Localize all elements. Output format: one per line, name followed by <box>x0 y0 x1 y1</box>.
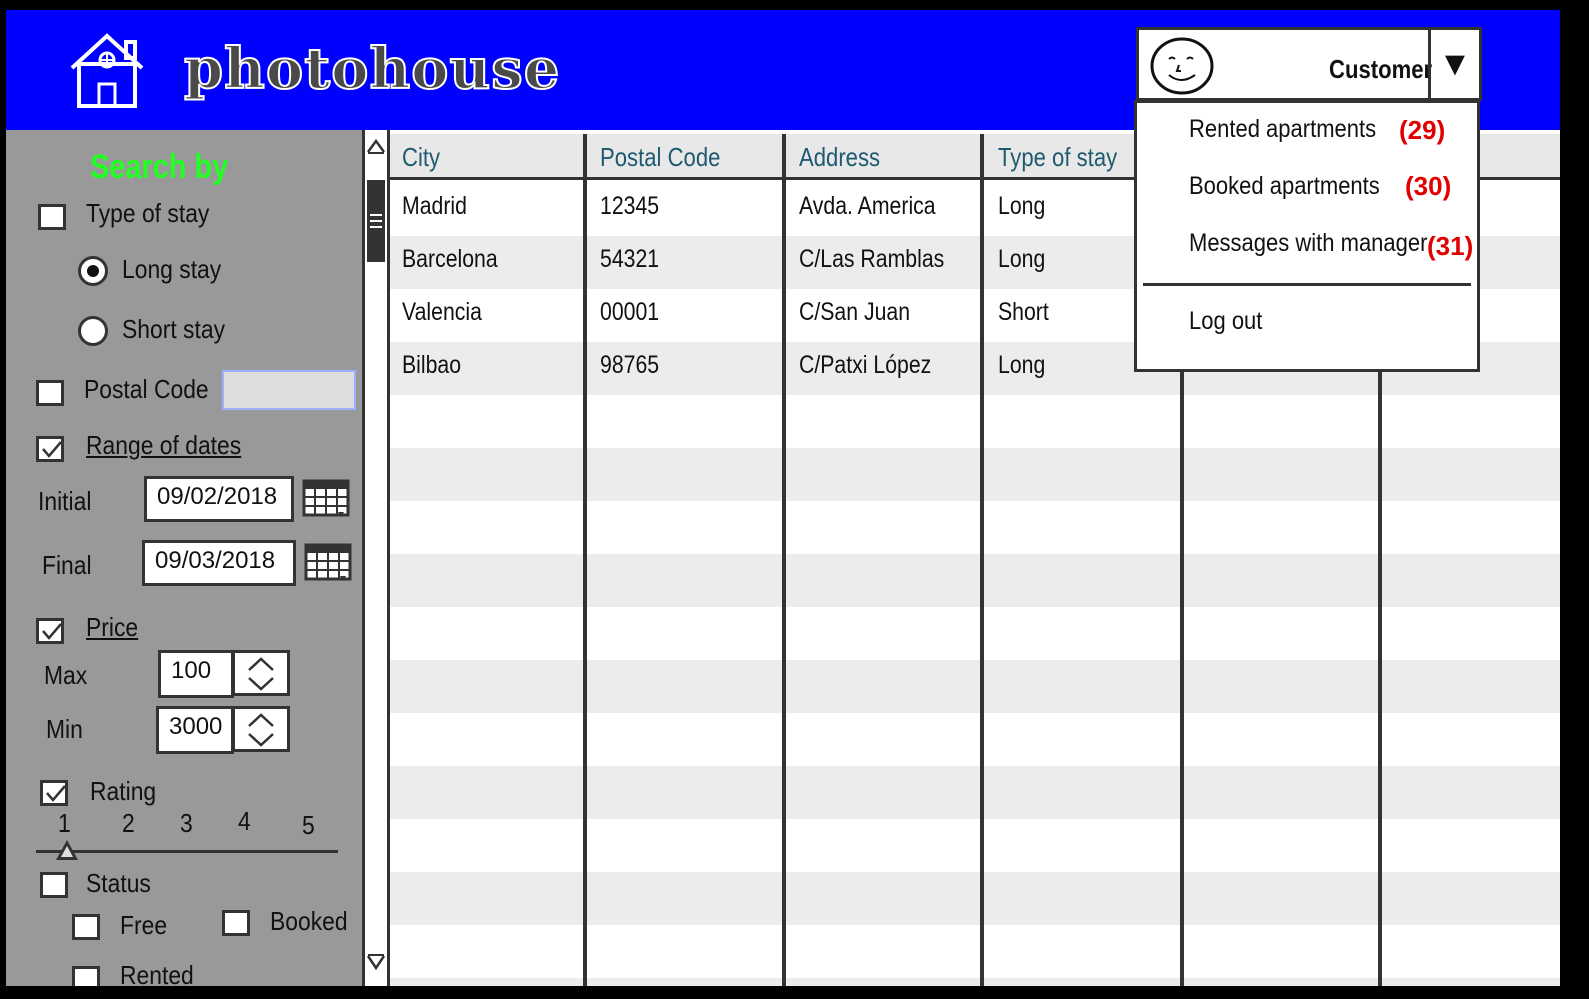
postal-code-input[interactable] <box>222 370 356 410</box>
status-free-label: Free <box>120 910 168 940</box>
spinner-down-icon[interactable] <box>235 730 287 750</box>
cell-address: C/Las Ramblas <box>799 245 945 273</box>
type-of-stay-checkbox[interactable] <box>38 204 66 230</box>
user-dropdown-menu: Rented apartments (29) Booked apartments… <box>1134 100 1480 372</box>
rating-slider-track[interactable] <box>36 850 338 853</box>
final-date-input[interactable]: 09/03/2018 <box>142 540 296 586</box>
initial-date-input[interactable]: 09/02/2018 <box>144 476 294 522</box>
menu-item-rented-apartments[interactable]: Rented apartments <box>1189 115 1376 144</box>
check-icon <box>42 441 62 458</box>
cell-city: Valencia <box>402 298 482 326</box>
menu-item-booked-apartments[interactable]: Booked apartments <box>1189 172 1380 201</box>
cell-type-of-stay: Long <box>998 192 1046 220</box>
final-date-label: Final <box>42 550 92 580</box>
spinner-up-icon[interactable] <box>235 710 287 730</box>
short-stay-radio[interactable] <box>78 316 108 346</box>
rating-checkbox[interactable] <box>40 780 68 806</box>
scroll-up-icon[interactable] <box>365 134 387 158</box>
scrollbar-thumb[interactable] <box>367 180 385 262</box>
cell-city: Barcelona <box>402 245 498 273</box>
messages-count-badge: (31) <box>1427 231 1474 261</box>
cell-type-of-stay: Long <box>998 245 1046 273</box>
user-menu-button[interactable]: Customer ▼ <box>1136 27 1482 101</box>
column-header-city[interactable]: City <box>402 142 440 173</box>
long-stay-label: Long stay <box>122 254 222 284</box>
status-rented-label: Rented <box>120 960 194 986</box>
status-booked-checkbox[interactable] <box>222 910 250 936</box>
rating-tick-5: 5 <box>302 810 315 840</box>
calendar-icon[interactable] <box>302 478 352 520</box>
cell-address: C/San Juan <box>799 298 911 326</box>
column-header-type-of-stay[interactable]: Type of stay <box>998 142 1117 173</box>
rented-count-badge: (29) <box>1399 115 1446 145</box>
range-of-dates-label: Range of dates <box>86 430 242 460</box>
rating-tick-1: 1 <box>58 808 71 838</box>
cell-postal-code: 00001 <box>600 298 660 326</box>
cell-address: C/Patxi López <box>799 351 932 379</box>
min-price-label: Min <box>46 714 83 744</box>
max-price-input[interactable]: 100 <box>158 650 234 698</box>
app-window: photohouse Customer ▼ Search by Type of … <box>6 10 1560 986</box>
cell-postal-code: 12345 <box>600 192 660 220</box>
rating-tick-4: 4 <box>238 806 251 836</box>
max-price-label: Max <box>44 660 88 690</box>
type-of-stay-label: Type of stay <box>86 198 210 228</box>
cell-city: Madrid <box>402 192 467 220</box>
menu-item-messages-with-manager[interactable]: Messages with manager <box>1189 229 1427 258</box>
house-icon <box>70 33 144 108</box>
sidebar-scrollbar[interactable] <box>362 130 390 986</box>
search-sidebar: Search by Type of stay Long stay Short s… <box>6 130 362 986</box>
short-stay-label: Short stay <box>122 314 226 344</box>
rating-tick-2: 2 <box>122 808 135 838</box>
spinner-down-icon[interactable] <box>235 674 287 694</box>
menu-divider <box>1143 283 1471 286</box>
min-price-stepper[interactable] <box>232 706 290 752</box>
scroll-down-icon[interactable] <box>365 950 387 974</box>
status-rented-checkbox[interactable] <box>72 966 100 986</box>
status-booked-label: Booked <box>270 906 348 936</box>
min-price-input[interactable]: 3000 <box>156 706 234 754</box>
spinner-up-icon[interactable] <box>235 654 287 674</box>
long-stay-radio[interactable] <box>78 256 108 286</box>
check-icon <box>46 785 66 802</box>
cell-postal-code: 54321 <box>600 245 660 273</box>
sidebar-title: Search by <box>90 148 229 186</box>
calendar-icon[interactable] <box>304 542 354 584</box>
status-label: Status <box>86 868 151 898</box>
cell-type-of-stay: Long <box>998 351 1046 379</box>
cell-address: Avda. America <box>799 192 936 220</box>
postal-code-checkbox[interactable] <box>36 380 64 406</box>
smiley-avatar-icon <box>1150 37 1214 95</box>
cell-postal-code: 98765 <box>600 351 660 379</box>
cell-type-of-stay: Short <box>998 298 1049 326</box>
postal-code-label: Postal Code <box>84 374 209 404</box>
rating-tick-3: 3 <box>180 808 193 838</box>
rating-slider-thumb[interactable] <box>56 840 78 860</box>
menu-item-log-out[interactable]: Log out <box>1189 307 1262 336</box>
brand-name: photohouse <box>183 35 561 103</box>
initial-date-label: Initial <box>38 486 92 516</box>
booked-count-badge: (30) <box>1405 171 1452 201</box>
column-header-postal-code[interactable]: Postal Code <box>600 142 720 173</box>
status-free-checkbox[interactable] <box>72 914 100 940</box>
range-of-dates-checkbox[interactable] <box>36 436 64 462</box>
check-icon <box>42 623 62 640</box>
cell-city: Bilbao <box>402 351 462 379</box>
status-checkbox[interactable] <box>40 872 68 898</box>
caret-down-icon[interactable]: ▼ <box>1428 30 1479 98</box>
price-label: Price <box>86 612 139 642</box>
rating-label: Rating <box>90 776 157 806</box>
price-checkbox[interactable] <box>36 618 64 644</box>
user-role-label: Customer <box>1329 54 1433 84</box>
column-header-address[interactable]: Address <box>799 142 880 173</box>
max-price-stepper[interactable] <box>232 650 290 696</box>
